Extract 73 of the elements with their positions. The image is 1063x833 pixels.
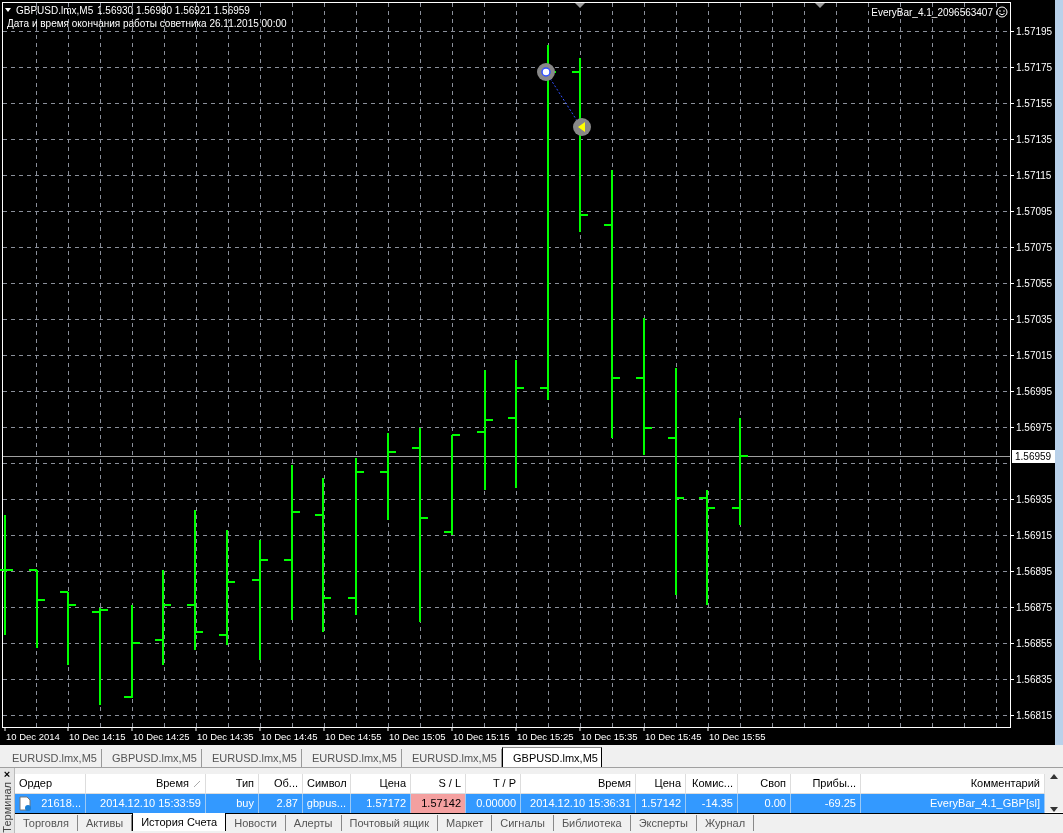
time-label: 10 Dec 14:55 <box>325 731 382 742</box>
ohlc-values: 1.56930 1.56980 1.56921 1.56959 <box>97 5 250 16</box>
smiley-icon <box>996 6 1008 18</box>
table-cell: 2.87 <box>259 794 303 813</box>
price-label: 1.56835 <box>1016 674 1053 685</box>
time-label: 10 Dec 14:15 <box>69 731 126 742</box>
table-cell: 2014.12.10 15:33:59 <box>86 794 206 813</box>
time-label: 10 Dec 15:25 <box>517 731 574 742</box>
symbol-label: GBPUSD.lmx,M5 <box>16 5 94 16</box>
chart-tab[interactable]: GBPUSD.lmx,M5 <box>502 747 602 767</box>
shift-marker-icon <box>815 3 825 8</box>
table-cell: 21618... <box>15 794 86 813</box>
time-label: 10 Dec 15:15 <box>453 731 510 742</box>
table-cell: 1.57172 <box>351 794 411 813</box>
scroll-up-icon[interactable] <box>1050 774 1058 779</box>
table-cell: 2014.12.10 15:36:31 <box>521 794 636 813</box>
table-cell: 1.57142 <box>411 794 466 813</box>
entry-marker-icon <box>537 63 555 81</box>
price-label: 1.57095 <box>1016 206 1053 217</box>
price-label: 1.57175 <box>1016 62 1053 73</box>
table-cell: 0.00000 <box>466 794 521 813</box>
price-label: 1.56875 <box>1016 602 1053 613</box>
close-button[interactable]: × <box>3 768 11 780</box>
price-label: 1.57015 <box>1016 350 1053 361</box>
price-label: 1.57035 <box>1016 314 1053 325</box>
time-label: 10 Dec 14:35 <box>197 731 254 742</box>
price-label: 1.56995 <box>1016 386 1053 397</box>
dropdown-icon[interactable] <box>5 8 11 12</box>
table-cell: buy <box>206 794 259 813</box>
price-label: 1.56895 <box>1016 566 1053 577</box>
time-label: 10 Dec 15:45 <box>645 731 702 742</box>
price-label: 1.57155 <box>1016 98 1053 109</box>
terminal-tab[interactable]: Маркет <box>438 815 493 831</box>
price-label: 1.57055 <box>1016 278 1053 289</box>
time-label: 10 Dec 15:35 <box>581 731 638 742</box>
price-label: 1.56935 <box>1016 494 1053 505</box>
panel-title: Терминал <box>1 782 13 833</box>
shift-marker-icon <box>575 3 585 8</box>
terminal-tab[interactable]: Сигналы <box>492 815 554 831</box>
table-cell: gbpus... <box>303 794 351 813</box>
table-cell: -69.25 <box>791 794 861 813</box>
price-label: 1.56915 <box>1016 530 1053 541</box>
terminal-tab[interactable]: Торговля <box>15 815 78 831</box>
sort-icon <box>193 779 201 788</box>
price-label: 1.57075 <box>1016 242 1053 253</box>
scrollbar[interactable] <box>1045 774 1063 812</box>
terminal-tab[interactable]: Библиотека <box>553 815 631 831</box>
expert-expiry-text: Дата и время окончания работы советника 26.11.2015 00:00 <box>7 18 287 29</box>
price-label: 1.57195 <box>1016 26 1053 37</box>
terminal-tab[interactable]: Алерты <box>285 815 342 831</box>
price-label: 1.57135 <box>1016 134 1053 145</box>
current-price-label: 1.56959 <box>1012 450 1055 463</box>
table-cell: EveryBar_4.1_GBP[sl] <box>861 794 1045 813</box>
table-cell: 0.00 <box>738 794 791 813</box>
terminal-tab[interactable]: Эксперты <box>630 815 697 831</box>
price-label: 1.57115 <box>1016 170 1052 181</box>
terminal-tab[interactable]: История Счета <box>132 813 227 831</box>
time-label: 10 Dec 14:25 <box>133 731 190 742</box>
price-label: 1.56815 <box>1016 710 1053 721</box>
price-label: 1.56975 <box>1016 422 1053 433</box>
exit-marker-icon <box>573 118 591 136</box>
expert-name: EveryBar_4.1_2096563407 <box>871 7 993 18</box>
terminal-tab[interactable]: Журнал <box>696 815 755 831</box>
table-cell: -14.35 <box>686 794 738 813</box>
table-cell: 1.57142 <box>636 794 686 813</box>
time-label: 10 Dec 2014 <box>6 731 60 742</box>
time-label: 10 Dec 15:05 <box>389 731 446 742</box>
time-label: 10 Dec 14:45 <box>261 731 318 742</box>
time-label: 10 Dec 15:55 <box>709 731 766 742</box>
price-label: 1.56855 <box>1016 638 1053 649</box>
terminal-tab[interactable]: Новости <box>226 815 286 831</box>
terminal-tab[interactable]: Почтовый ящик <box>341 815 438 831</box>
document-icon <box>19 796 31 811</box>
